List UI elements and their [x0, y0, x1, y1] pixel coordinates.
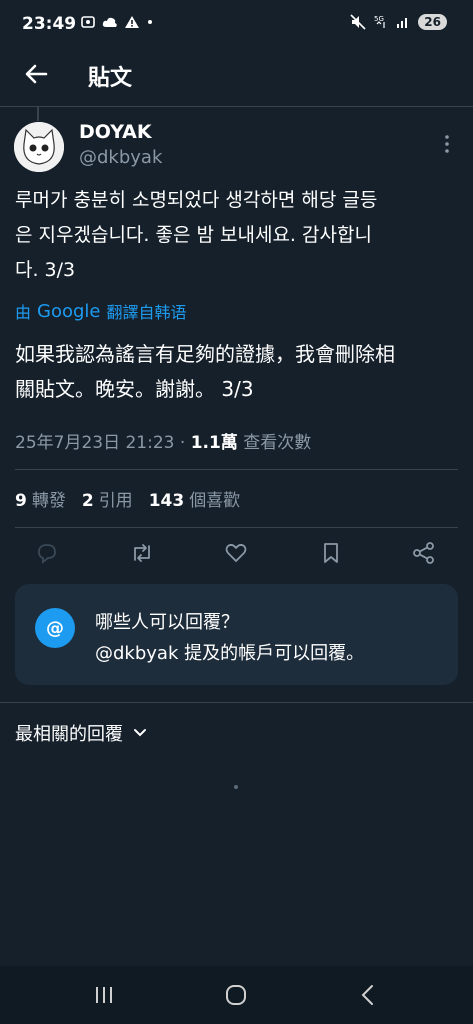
- author-name[interactable]: DOYAK: [79, 121, 152, 143]
- loading-indicator: [234, 785, 238, 789]
- header-divider: [0, 106, 473, 107]
- views-label[interactable]: 查看次數: [238, 433, 311, 453]
- bookmark-icon[interactable]: [318, 540, 344, 566]
- screenshot-icon: [81, 16, 95, 28]
- tweet-date: 25年7月23日 21:23 ·: [15, 433, 191, 453]
- quotes-stat[interactable]: 2 引用: [82, 486, 133, 511]
- tweet-text: 루머가 충분히 소명되었다 생각하면 해당 글등 은 지우겠습니다. 좋은 밤 …: [15, 189, 378, 281]
- back-nav-icon[interactable]: [355, 982, 383, 1008]
- back-arrow-icon[interactable]: [22, 60, 50, 88]
- page-title: 貼文: [88, 66, 133, 91]
- action-bar: [0, 532, 473, 576]
- thread-line: [37, 107, 39, 121]
- replies-sort-dropdown[interactable]: 最相關的回覆: [15, 720, 147, 746]
- warning-icon: [125, 16, 139, 28]
- top-bar: 貼文: [0, 50, 473, 106]
- dot-icon: [148, 20, 152, 24]
- reply-icon[interactable]: [34, 540, 60, 566]
- stats-divider: [15, 527, 458, 528]
- more-options-icon[interactable]: [440, 134, 454, 154]
- tweet-meta: 25年7月23日 21:23 · 1.1萬 查看次數: [15, 428, 311, 453]
- avatar[interactable]: [14, 122, 64, 172]
- signal-icon: [397, 18, 408, 28]
- system-nav-bar: [0, 966, 473, 1024]
- who-can-reply-title: 哪些人可以回覆？: [95, 612, 239, 633]
- replies-sort-label: 最相關的回覆: [15, 724, 123, 745]
- likes-stat[interactable]: 143 個喜歡: [149, 486, 241, 511]
- status-time: 23:49: [22, 14, 77, 34]
- network-5g-icon: 5G: [374, 15, 385, 28]
- chevron-down-icon: [134, 729, 146, 737]
- google-logo: Google: [37, 300, 101, 322]
- views-count: 1.1萬: [190, 433, 238, 453]
- home-icon[interactable]: [222, 982, 250, 1008]
- avatar-cat-icon: [14, 122, 64, 172]
- section-divider: [0, 702, 473, 703]
- recent-apps-icon[interactable]: [90, 982, 118, 1008]
- reposts-stat[interactable]: 9 轉發: [15, 486, 66, 511]
- status-bar: 23:49 5G 26: [0, 0, 473, 50]
- tweet-stats: 9 轉發 2 引用 143 個喜歡: [15, 486, 240, 511]
- like-icon[interactable]: [223, 540, 249, 566]
- meta-divider: [15, 469, 458, 470]
- author-handle[interactable]: @dkbyak: [79, 147, 162, 168]
- mention-icon: @: [35, 608, 75, 648]
- battery-indicator: 26: [418, 14, 447, 30]
- mute-icon: [350, 14, 366, 30]
- repost-icon[interactable]: [129, 540, 155, 566]
- who-can-reply-card: @ 哪些人可以回覆？ @dkbyak 提及的帳戶可以回覆。: [15, 584, 458, 685]
- who-can-reply-subtitle: @dkbyak 提及的帳戶可以回覆。: [95, 643, 365, 664]
- translated-by-link[interactable]: 由 Google 翻譯自韩语: [15, 299, 187, 323]
- translated-text: 如果我認為謠言有足夠的證據，我會刪除相 關貼文。晚安。謝謝。 3/3: [15, 342, 395, 401]
- share-icon[interactable]: [411, 540, 437, 566]
- cloud-icon: [102, 17, 117, 27]
